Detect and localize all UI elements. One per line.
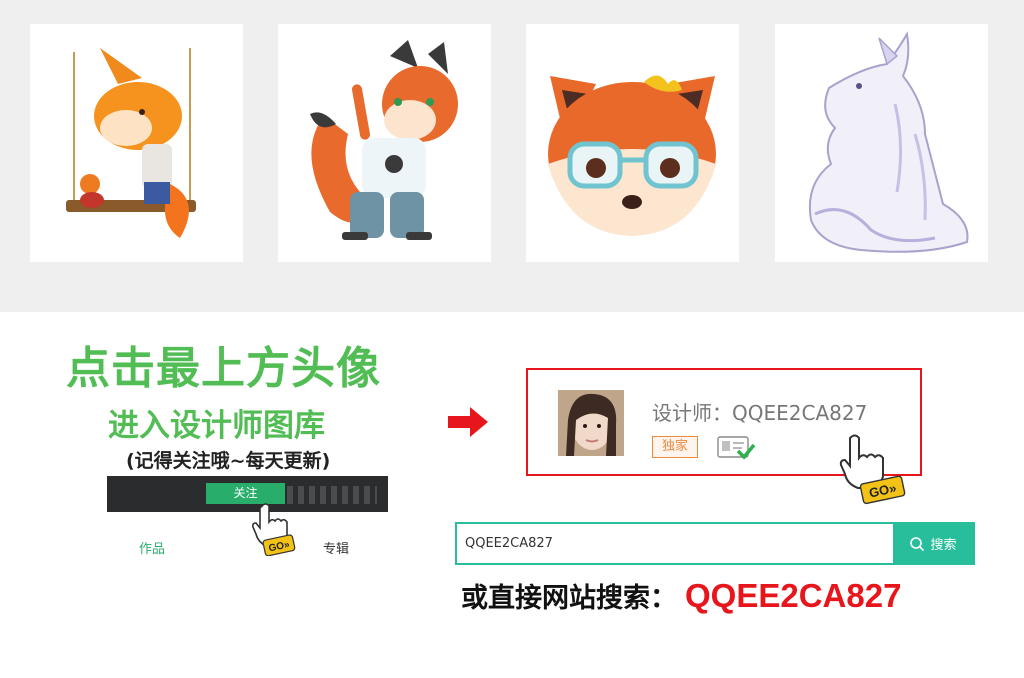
gallery-card-white-fox[interactable] (775, 24, 988, 262)
exclusive-badge: 独家 (652, 436, 698, 458)
instruction-subheading: 进入设计师图库 (108, 408, 325, 444)
designer-name[interactable]: 设计师：QQEE2CA827 (652, 397, 867, 426)
fox-on-swing-illustration (66, 48, 196, 238)
image-gallery (0, 0, 1024, 312)
avatar[interactable] (558, 390, 624, 456)
hand-pointer-icon: GO» (252, 503, 296, 556)
search-button-label: 搜索 (930, 538, 957, 553)
tab-works[interactable]: 作品 (139, 538, 165, 557)
white-fox-sketch-illustration (808, 31, 969, 253)
search-icon (910, 536, 925, 551)
avatar-photo (558, 390, 624, 456)
fox-with-glasses-illustration (548, 75, 716, 236)
instruction-note: (记得关注哦~每天更新) (126, 450, 331, 472)
designer-code: QQEE2CA827 (685, 577, 902, 614)
search-input[interactable] (465, 524, 885, 563)
gallery-card-fox-swing[interactable] (30, 24, 243, 262)
tab-album[interactable]: 专辑 (323, 538, 349, 557)
direct-search-hint: 或直接网站搜索： QQEE2CA827 (461, 576, 901, 615)
search-button[interactable]: 搜索 (893, 524, 973, 563)
gallery-card-fox-glasses[interactable] (526, 24, 739, 262)
red-arrow-icon (448, 407, 488, 437)
verified-id-icon (717, 436, 756, 460)
hand-pointer-icon: GO» (839, 434, 906, 505)
fox-waving-illustration (310, 40, 458, 240)
direct-search-label: 或直接网站搜索： (461, 583, 677, 614)
gallery-card-fox-waving[interactable] (278, 24, 491, 262)
search-bar: 搜索 (455, 522, 975, 565)
page: 点击最上方头像 进入设计师图库 (记得关注哦~每天更新) 关注 作品 专辑 GO… (0, 0, 1024, 678)
instruction-heading: 点击最上方头像 (66, 343, 381, 394)
